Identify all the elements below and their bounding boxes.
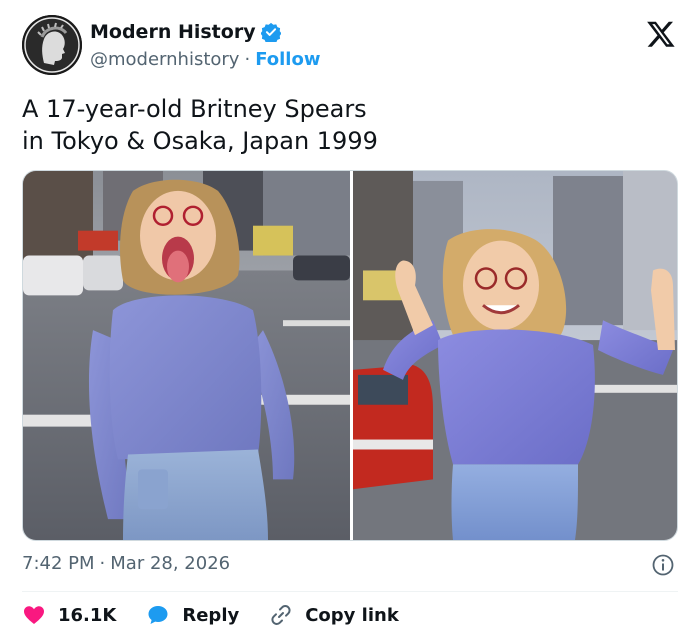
follow-button[interactable]: Follow [255,49,320,70]
speech-bubble-icon [148,606,168,624]
tweet-media[interactable] [22,170,678,541]
tweet-text: A 17-year-old Britney Spears in Tokyo & … [22,93,662,157]
tweet-timestamp[interactable]: 7:42 PM · Mar 28, 2026 [22,553,230,574]
author-name[interactable]: Modern History [90,21,256,43]
like-button[interactable]: 16.1K [22,603,116,627]
x-logo-icon[interactable] [646,19,676,49]
timestamp-date: Mar 28, 2026 [110,553,231,574]
tweet-text-line-2: in Tokyo & Osaka, Japan 1999 [22,127,378,155]
timestamp-time: 7:42 PM [22,553,95,574]
author-handle[interactable]: @modernhistory [90,49,239,70]
tweet-header: Modern History @modernhistory · Follow [22,15,682,79]
copy-link-label: Copy link [305,604,399,626]
info-icon[interactable] [651,553,675,577]
tweet-text-line-1: A 17-year-old Britney Spears [22,95,367,123]
verified-badge-icon [260,22,281,42]
reply-button[interactable]: Reply [146,603,239,627]
photo-tokyo[interactable] [23,171,350,540]
laurel-bust-icon [22,15,82,75]
author-name-row: Modern History [90,21,281,43]
copy-link-button[interactable]: Copy link [269,603,399,627]
link-icon [271,605,291,625]
timestamp-separator: · [99,553,106,574]
photo-osaka[interactable] [353,171,677,540]
photo-tokyo-image [23,171,350,540]
reply-label: Reply [182,604,240,626]
actions-divider [22,591,678,592]
author-handle-row: @modernhistory · Follow [90,49,320,70]
tweet-actions: 16.1K Reply Copy link [22,601,429,629]
handle-separator: · [244,49,251,70]
likes-count: 16.1K [58,604,117,626]
author-avatar[interactable] [22,15,82,75]
heart-icon [24,606,44,624]
photo-osaka-image [353,171,677,540]
